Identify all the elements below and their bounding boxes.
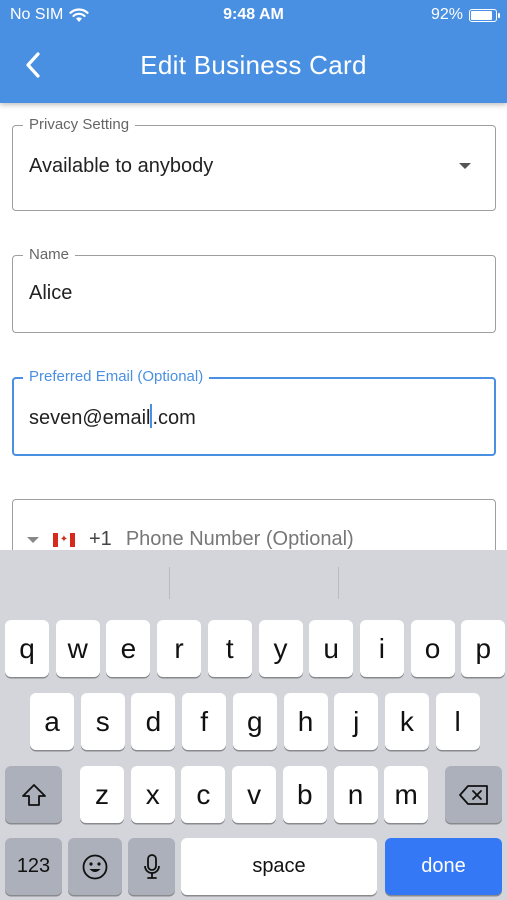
key-x[interactable]: x (130, 766, 175, 823)
microphone-icon (143, 853, 160, 879)
privacy-setting-dropdown[interactable]: Privacy Setting Available to anybody (12, 116, 496, 211)
predictive-divider (338, 567, 339, 599)
name-label: Name (23, 246, 76, 263)
key-v[interactable]: v (232, 766, 277, 823)
key-a[interactable]: a (30, 693, 74, 750)
keyboard: qwertyuiop asdfghjkl zxcvbnm 123 space d… (0, 550, 507, 900)
country-dropdown-arrow-icon[interactable] (27, 536, 39, 543)
phone-placeholder: Phone Number (Optional) (125, 528, 354, 550)
emoji-key[interactable] (68, 838, 122, 895)
key-q[interactable]: q (5, 620, 49, 677)
privacy-setting-value: Available to anybody (29, 155, 214, 177)
key-y[interactable]: y (258, 620, 303, 677)
screen: No SIM 9:48 AM 92% Edit Business Card Pr… (0, 0, 507, 900)
page-title: Edit Business Card (140, 50, 367, 80)
privacy-setting-label: Privacy Setting (23, 116, 136, 133)
key-c[interactable]: c (181, 766, 226, 823)
done-key[interactable]: done (385, 838, 502, 895)
key-t[interactable]: t (207, 620, 252, 677)
email-field[interactable]: Preferred Email (Optional) seven@email .c… (12, 368, 496, 456)
emoji-icon (82, 854, 108, 879)
country-code: +1 (89, 528, 112, 550)
shift-key[interactable] (5, 766, 62, 823)
app-bar: No SIM 9:48 AM 92% Edit Business Card (0, 0, 507, 103)
key-r[interactable]: r (157, 620, 202, 677)
key-g[interactable]: g (232, 693, 277, 750)
battery-fill (471, 10, 493, 20)
key-s[interactable]: s (80, 693, 125, 750)
email-label: Preferred Email (Optional) (23, 368, 210, 385)
key-j[interactable]: j (334, 693, 379, 750)
key-d[interactable]: d (131, 693, 176, 750)
email-text-before-caret: seven@email (29, 407, 151, 429)
key-w[interactable]: w (55, 620, 100, 677)
predictive-bar (0, 550, 507, 614)
key-u[interactable]: u (309, 620, 354, 677)
caret-down-icon (459, 163, 471, 169)
name-value: Alice (29, 282, 73, 304)
key-l[interactable]: l (435, 693, 480, 750)
key-e[interactable]: e (106, 620, 151, 677)
key-f[interactable]: f (182, 693, 227, 750)
key-m[interactable]: m (384, 766, 429, 823)
backspace-icon (458, 784, 488, 805)
status-battery: 92% (430, 6, 500, 24)
canada-flag-icon[interactable]: ✦ (53, 532, 75, 547)
battery-icon (469, 8, 500, 22)
key-i[interactable]: i (359, 620, 404, 677)
numbers-key[interactable]: 123 (5, 838, 62, 895)
backspace-key[interactable] (445, 766, 502, 823)
email-text-after-caret: .com (152, 407, 196, 429)
name-field[interactable]: Name Alice (12, 246, 496, 333)
key-z[interactable]: z (80, 766, 124, 823)
key-n[interactable]: n (333, 766, 378, 823)
battery-percent: 92% (430, 6, 463, 23)
predictive-divider (169, 567, 170, 599)
phone-row: ✦ +1 Phone Number (Optional) (27, 528, 354, 551)
key-p[interactable]: p (461, 620, 506, 677)
shift-icon (21, 783, 46, 806)
key-k[interactable]: k (384, 693, 429, 750)
email-value: seven@email .com (29, 404, 196, 430)
microphone-key[interactable] (128, 838, 175, 895)
key-h[interactable]: h (283, 693, 328, 750)
key-o[interactable]: o (410, 620, 455, 677)
space-key[interactable]: space (181, 838, 377, 895)
key-b[interactable]: b (282, 766, 327, 823)
